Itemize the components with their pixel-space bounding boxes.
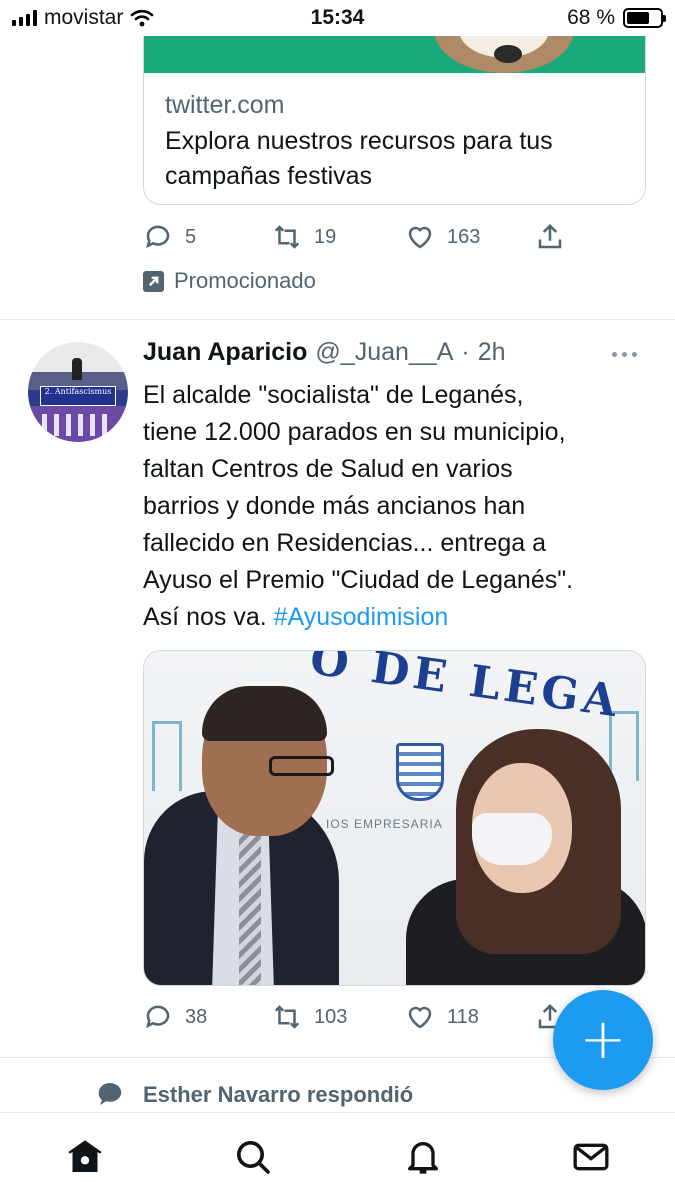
bottom-nav	[0, 1112, 675, 1200]
promoted-label: Promocionado	[143, 268, 316, 294]
more-options-icon[interactable]	[612, 352, 637, 357]
avatar-banner: 2. Antifascismus	[40, 386, 116, 406]
card-domain: twitter.com	[165, 91, 285, 119]
author-handle[interactable]: @_Juan__A	[315, 338, 453, 367]
like-count: 118	[447, 1005, 479, 1028]
tweet-header: Juan Aparicio @_Juan__A · 2h	[143, 338, 506, 367]
battery-icon	[623, 8, 666, 28]
tweet-photo[interactable]: O DE LEGA IOS EMPRESARIA	[143, 650, 646, 986]
mail-icon	[573, 1143, 609, 1171]
retweet-button[interactable]: 19	[272, 222, 336, 252]
author-name[interactable]: Juan Aparicio	[143, 338, 307, 367]
tweet-body: El alcalde "socialista" de Leganés, tien…	[143, 381, 574, 631]
separator-dot: ·	[461, 338, 470, 366]
search-icon	[237, 1141, 270, 1174]
photo-sub-text: IOS EMPRESARIA	[326, 817, 443, 831]
battery-fill	[627, 12, 649, 24]
like-button[interactable]: 163	[405, 222, 480, 252]
retweet-icon	[274, 225, 300, 249]
promoted-arrow-icon	[143, 270, 164, 292]
divider	[0, 319, 675, 320]
nav-home[interactable]	[65, 1137, 105, 1177]
dog-nose	[494, 45, 522, 63]
reply-icon	[146, 225, 170, 249]
tweet-text: El alcalde "socialista" de Leganés, tien…	[143, 377, 653, 636]
reply-count: 38	[185, 1005, 208, 1028]
avatar[interactable]: 2. Antifascismus	[28, 342, 128, 442]
photo-logo-left	[152, 721, 182, 791]
like-count: 163	[447, 225, 481, 248]
reply-count: 5	[185, 225, 197, 248]
retweet-count: 103	[314, 1005, 348, 1028]
reply-button[interactable]: 38	[143, 1002, 207, 1032]
photo-man-tie	[239, 811, 261, 985]
photo-crest	[396, 743, 444, 801]
tweet-time[interactable]: 2h	[478, 338, 506, 367]
photo-woman-mask	[472, 813, 552, 865]
hashtag-link[interactable]: #Ayusodimision	[274, 603, 449, 631]
nav-search[interactable]	[233, 1137, 273, 1177]
retweet-icon	[274, 1005, 300, 1029]
photo-man-hair	[202, 686, 327, 741]
reply-button[interactable]: 5	[143, 222, 196, 252]
retweet-button[interactable]: 103	[272, 1002, 347, 1032]
like-button[interactable]: 118	[405, 1002, 479, 1032]
reply-notice[interactable]: Esther Navarro respondió	[95, 1080, 413, 1110]
status-bar: movistar 15:34 68 %	[0, 0, 675, 36]
battery-percent: 68 %	[567, 6, 615, 29]
bell-icon	[408, 1142, 438, 1174]
avatar-hands	[42, 414, 114, 436]
retweet-count: 19	[314, 225, 337, 248]
nav-messages[interactable]	[571, 1137, 611, 1177]
promoted-text: Promocionado	[174, 268, 316, 293]
avatar-figure	[72, 358, 82, 380]
reply-icon	[146, 1005, 170, 1029]
comment-bubble-icon	[98, 1083, 122, 1105]
status-right: 68 %	[567, 6, 666, 30]
photo-banner-text: O DE LEGA	[306, 650, 624, 728]
nav-notifications[interactable]	[403, 1137, 443, 1177]
home-icon	[68, 1140, 102, 1172]
plus-icon: +	[579, 1007, 627, 1072]
photo-man-glasses	[269, 756, 334, 776]
compose-button[interactable]: +	[553, 990, 653, 1090]
share-icon	[538, 223, 562, 249]
heart-icon	[408, 1006, 432, 1029]
share-button[interactable]	[535, 222, 565, 252]
reply-notice-text: Esther Navarro respondió	[143, 1082, 414, 1107]
card-title: Explora nuestros recursos para tus campa…	[165, 127, 553, 190]
heart-icon	[408, 226, 432, 249]
